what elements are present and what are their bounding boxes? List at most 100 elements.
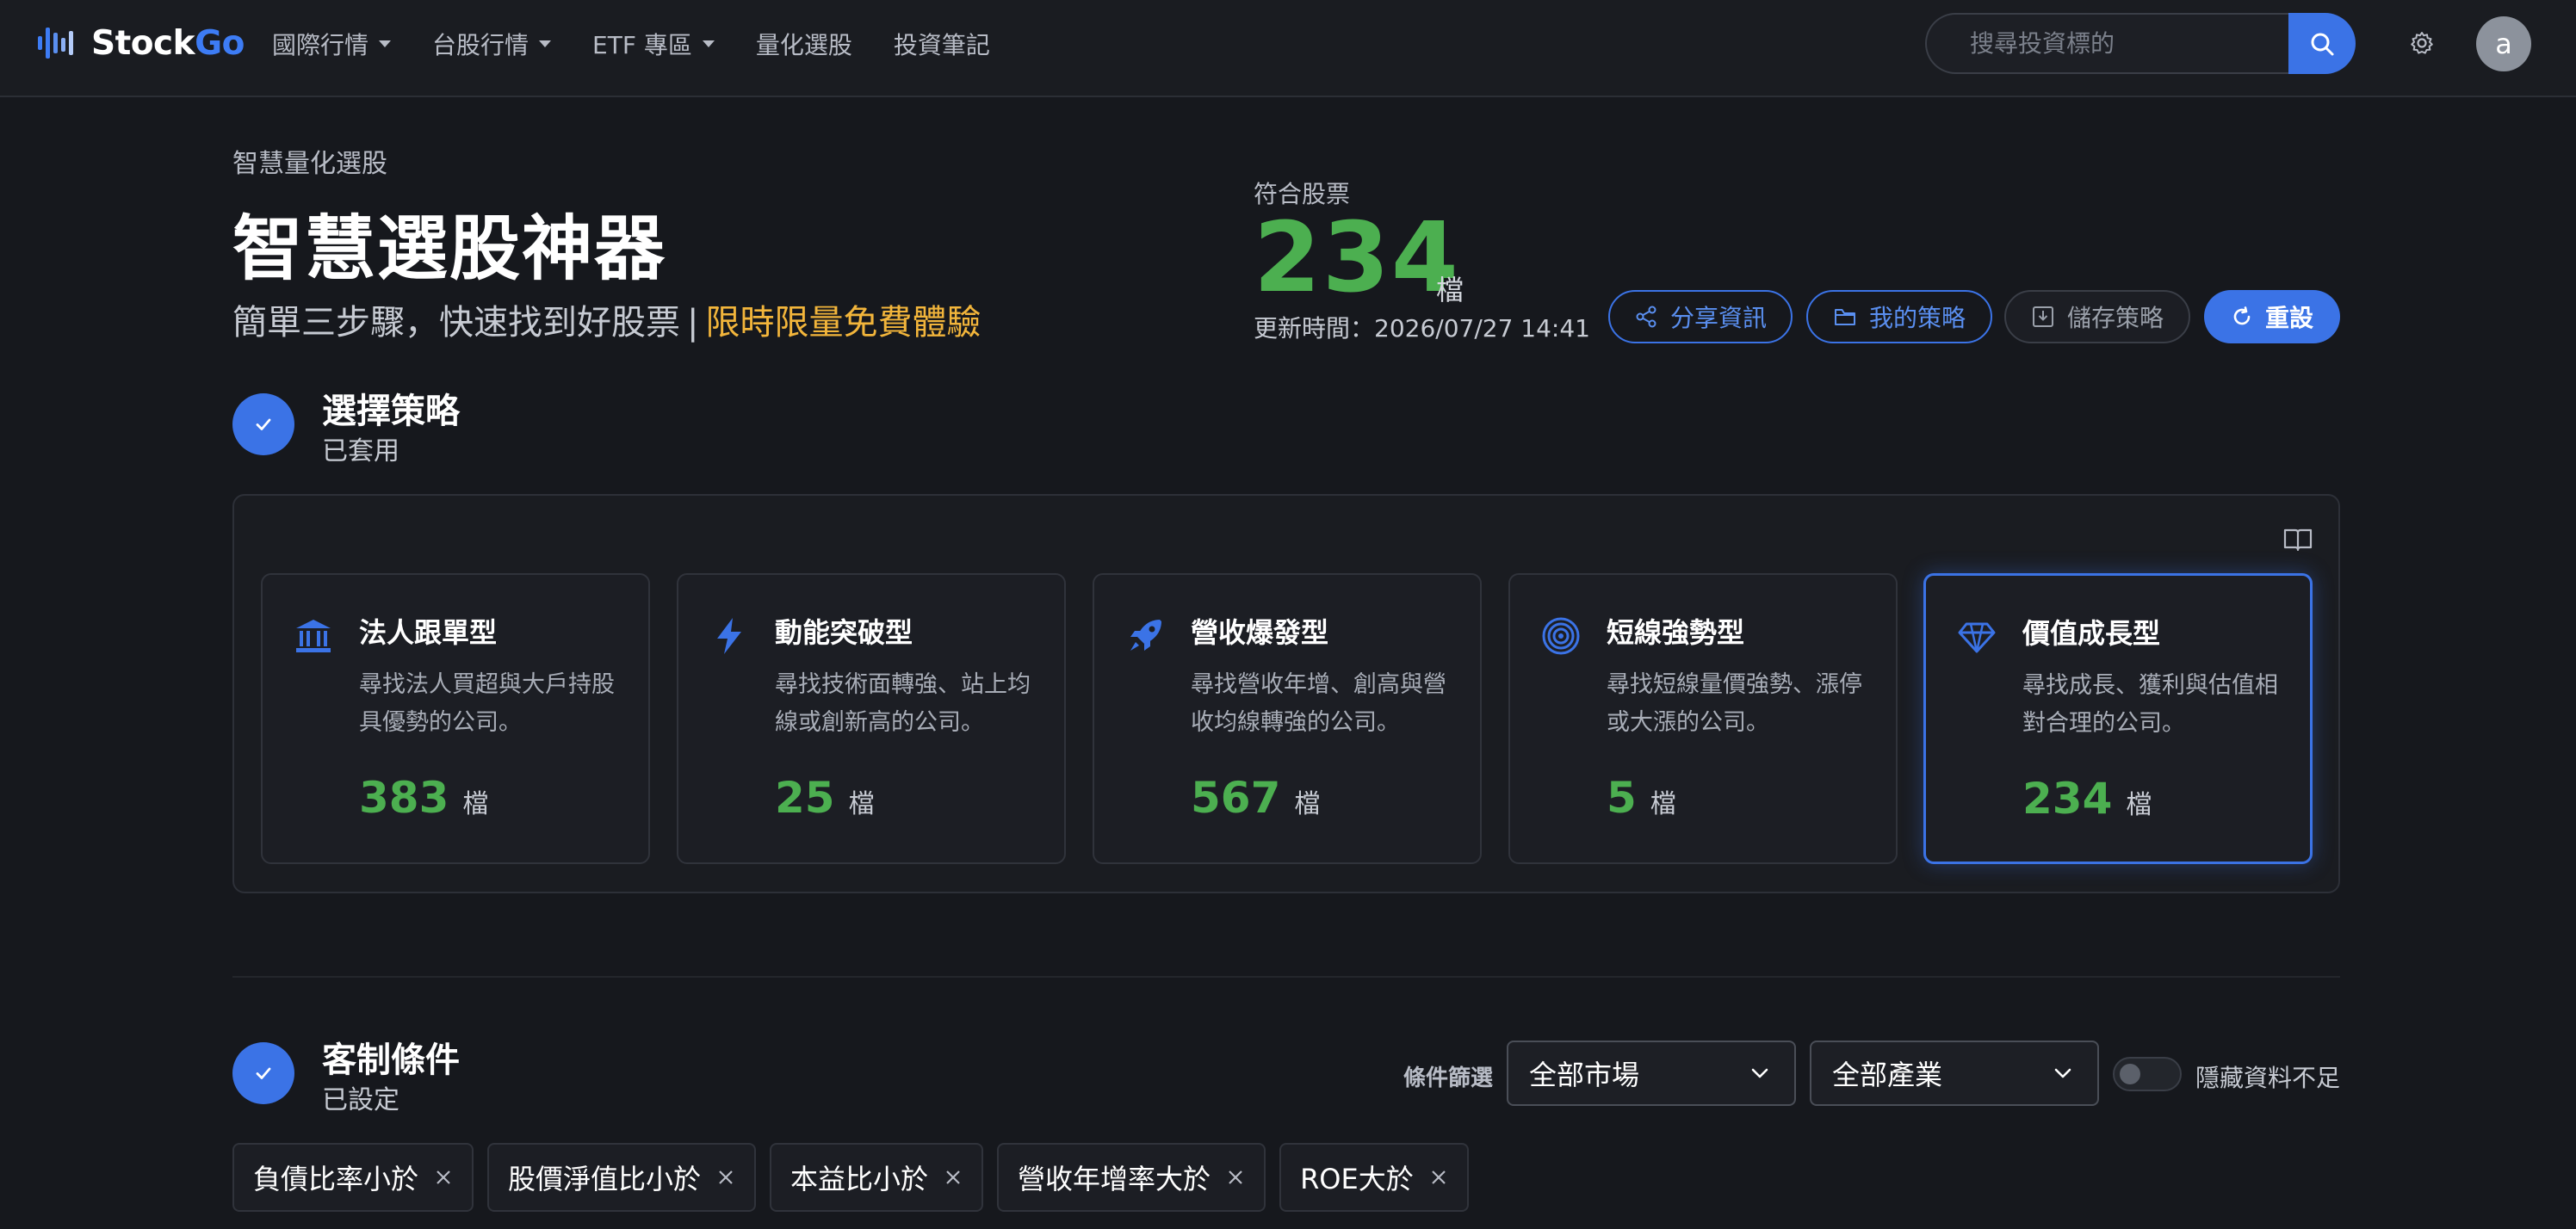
condition-chip[interactable]: 本益比小於 — [770, 1143, 984, 1212]
share-button-label: 分享資訊 — [1669, 304, 1767, 332]
toggle-knob — [2120, 1064, 2140, 1084]
search-button[interactable] — [2288, 13, 2356, 74]
brand-name: StockGo — [91, 24, 245, 63]
condition-chip[interactable]: 負債比率小於 — [232, 1143, 474, 1212]
subtitle-separator: | — [687, 303, 699, 343]
save-strategy-button-label: 儲存策略 — [2066, 304, 2164, 332]
bank-icon — [296, 620, 331, 652]
share-icon — [1636, 306, 1656, 328]
gear-icon — [2411, 32, 2433, 54]
refresh-icon — [2233, 306, 2251, 325]
strategy-card-desc: 尋找短線量價強勢、漲停或大漲的公司。 — [1607, 671, 1862, 736]
nav-item-quant-screener[interactable]: 量化選股 — [756, 27, 852, 61]
strategy-count-value: 567 — [1191, 773, 1281, 823]
industry-select[interactable]: 全部產業 — [1810, 1041, 2099, 1106]
user-avatar[interactable]: a — [2476, 16, 2531, 71]
strategy-card-title: 營收爆發型 — [1191, 616, 1329, 649]
condition-chip-label: ROE大於 — [1300, 1163, 1414, 1195]
strategy-card-short-term[interactable]: 短線強勢型 尋找短線量價強勢、漲停或大漲的公司。 5檔 — [1508, 573, 1898, 864]
my-strategy-button-label: 我的策略 — [1868, 304, 1966, 332]
reset-button[interactable]: 重設 — [2204, 290, 2340, 343]
strategy-card-count: 383 檔 — [359, 776, 488, 819]
book-icon[interactable] — [2283, 527, 2313, 551]
close-icon[interactable] — [1429, 1168, 1448, 1187]
strategy-count-value: 234 — [2022, 774, 2113, 824]
check-icon — [256, 418, 271, 430]
condition-chip[interactable]: 股價淨值比小於 — [487, 1143, 757, 1212]
condition-chip-label: 負債比率小於 — [253, 1163, 419, 1195]
subtitle-promo: 限時限量免費體驗 — [705, 303, 981, 343]
strategy-card-revenue[interactable]: 營收爆發型 尋找營收年增、創高與營收均線轉強的公司。 567 檔 — [1093, 573, 1482, 864]
close-icon[interactable] — [434, 1168, 453, 1187]
nav-item-label: 台股行情 — [432, 31, 529, 59]
condition-chip[interactable]: ROE大於 — [1279, 1143, 1469, 1212]
target-icon — [1542, 617, 1580, 655]
close-icon[interactable] — [1226, 1168, 1245, 1187]
condition-chip-label: 本益比小於 — [790, 1163, 929, 1195]
nav-item-label: 投資筆記 — [893, 31, 990, 59]
strategy-count-value: 5 — [1607, 773, 1637, 823]
strategy-count-unit: 檔 — [1294, 789, 1321, 819]
strategy-count-unit: 檔 — [848, 789, 875, 819]
nav-item-label: 國際行情 — [272, 31, 369, 59]
top-navbar: StockGo 國際行情 台股行情 ETF 專區 量化選股 投資筆記 a — [0, 0, 2576, 97]
condition-chip-label: 股價淨值比小於 — [508, 1163, 702, 1195]
step1-title: 選擇策略 — [322, 392, 460, 431]
market-select-value: 全部市場 — [1529, 1059, 1640, 1091]
brand-logo[interactable]: StockGo — [36, 21, 245, 65]
condition-chip-label: 營收年增率大於 — [1018, 1163, 1211, 1195]
strategy-card-count: 567 檔 — [1191, 776, 1320, 819]
search-icon — [2311, 33, 2334, 55]
diamond-icon — [1958, 622, 1996, 653]
logo-bars-icon — [38, 28, 73, 59]
strategy-card-momentum[interactable]: 動能突破型 尋找技術面轉強、站上均線或創新高的公司。 25 檔 — [677, 573, 1066, 864]
condition-chip[interactable]: 營收年增率大於 — [997, 1143, 1266, 1212]
page-subtitle: 簡單三步驟，快速找到好股票 | 限時限量免費體驗 — [232, 294, 981, 344]
hide-insufficient-label: 隱藏資料不足 — [2195, 1064, 2341, 1092]
market-select[interactable]: 全部市場 — [1507, 1041, 1796, 1106]
step2-title: 客制條件 — [322, 1041, 460, 1080]
rocket-icon — [1130, 620, 1161, 651]
settings-button[interactable] — [2406, 27, 2438, 59]
page-eyebrow: 智慧量化選股 — [232, 149, 387, 179]
save-strategy-button[interactable]: 儲存策略 — [2004, 290, 2190, 343]
strategy-count-value: 25 — [775, 773, 835, 823]
nav-item-international[interactable]: 國際行情 — [272, 27, 392, 61]
strategy-card-title: 價值成長型 — [2022, 617, 2161, 650]
share-button[interactable]: 分享資訊 — [1608, 290, 1793, 343]
strategy-card-desc: 尋找法人買超與大戶持股具優勢的公司。 — [359, 671, 615, 736]
close-icon[interactable] — [716, 1168, 735, 1187]
strategy-card-value-growth[interactable]: 價值成長型 尋找成長、獲利與估值相對合理的公司。 234 檔 — [1923, 573, 2313, 864]
chevron-down-icon — [379, 40, 392, 47]
search-input[interactable] — [1927, 15, 2288, 72]
nav-item-notes[interactable]: 投資筆記 — [894, 27, 990, 61]
lightning-icon — [717, 618, 741, 654]
nav-item-label: 量化選股 — [755, 31, 852, 59]
brand-name-suffix: Go — [195, 23, 245, 63]
match-unit: 檔 — [1436, 274, 1464, 306]
step1-check-icon — [232, 393, 294, 455]
folder-icon — [1834, 309, 1855, 325]
strategy-count-unit: 檔 — [2126, 790, 2152, 820]
brand-name-prefix: Stock — [91, 23, 195, 63]
nav-item-etf[interactable]: ETF 專區 — [592, 27, 715, 61]
strategy-count-value: 383 — [359, 773, 449, 823]
page-title: 智慧選股神器 — [232, 208, 667, 290]
step2-status: 已設定 — [322, 1085, 399, 1115]
chevron-down-icon — [539, 40, 552, 47]
strategy-count-unit: 檔 — [462, 789, 489, 819]
strategy-card-institutional[interactable]: 法人跟單型 尋找法人買超與大戶持股具優勢的公司。 383 檔 — [261, 573, 650, 864]
strategy-card-title: 動能突破型 — [775, 616, 913, 649]
chevron-down-icon — [702, 40, 715, 47]
nav-item-taiwan-stocks[interactable]: 台股行情 — [432, 27, 552, 61]
check-icon — [256, 1067, 271, 1079]
step2-check-icon — [232, 1042, 294, 1104]
step1-status: 已套用 — [322, 436, 399, 466]
hide-insufficient-toggle[interactable] — [2113, 1057, 2182, 1091]
strategy-card-desc: 尋找技術面轉強、站上均線或創新高的公司。 — [775, 671, 1031, 736]
subtitle-main: 簡單三步驟，快速找到好股票 — [232, 303, 680, 343]
chevron-down-icon — [1751, 1068, 1768, 1078]
my-strategy-button[interactable]: 我的策略 — [1806, 290, 1992, 343]
close-icon[interactable] — [944, 1168, 963, 1187]
strategy-card-title: 法人跟單型 — [359, 616, 498, 649]
